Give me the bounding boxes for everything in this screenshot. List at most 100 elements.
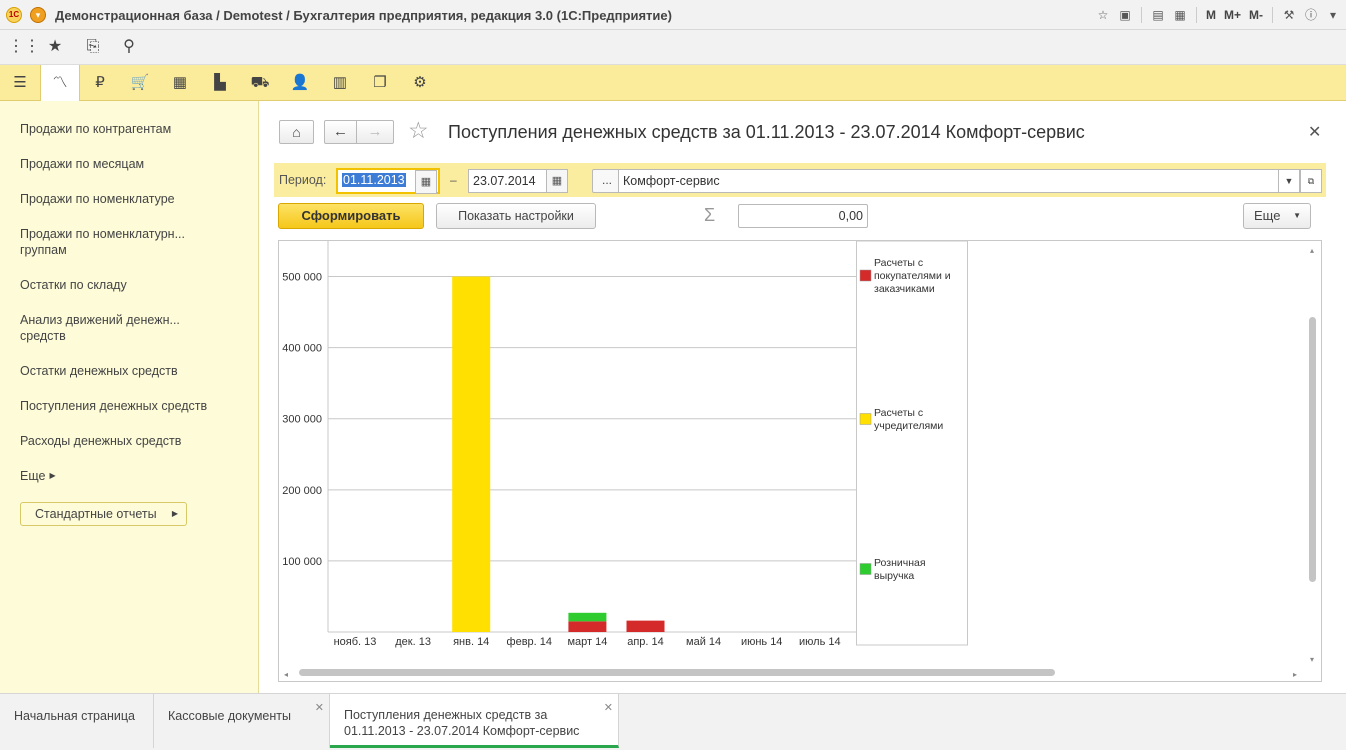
divider [1272, 7, 1273, 23]
horizontal-scrollbar-thumb [299, 669, 1055, 676]
y-tick-label: 100 000 [282, 556, 322, 568]
vertical-scrollbar-thumb [1309, 317, 1316, 582]
organization-field[interactable]: Комфорт-сервис [618, 169, 1280, 193]
y-tick-label: 200 000 [282, 485, 322, 497]
search-icon[interactable]: ⚲ [119, 38, 139, 56]
legend-swatch [859, 413, 872, 425]
bookmark-icon[interactable]: ▣ [1116, 6, 1134, 24]
more-button[interactable]: Еще ▼ [1243, 203, 1311, 229]
chevron-down-icon[interactable]: ▾ [1324, 6, 1342, 24]
memory-plus-button[interactable]: M+ [1222, 8, 1243, 22]
cart-icon[interactable]: 🛒 [120, 65, 160, 101]
factory-icon[interactable]: ▙ [200, 65, 240, 101]
date-from-value: 01.11.2013 [342, 173, 406, 187]
calendar-icon[interactable]: ▦ [1171, 6, 1189, 24]
sidebar-item-sales-by-groups[interactable]: Продажи по номенклатурн... группам [20, 226, 200, 258]
open-icon[interactable]: ⧉ [1300, 169, 1322, 193]
tools-icon[interactable]: ⚒ [1280, 6, 1298, 24]
sidebar-item-cash-balance[interactable]: Остатки денежных средств [20, 363, 250, 379]
generate-button[interactable]: Сформировать [278, 203, 424, 229]
star-icon[interactable]: ★ [45, 38, 65, 56]
show-settings-button[interactable]: Показать настройки [436, 203, 596, 229]
app-logo-icon: 1С [6, 7, 22, 23]
period-dash: – [450, 173, 457, 187]
standard-reports-label: Стандартные отчеты [35, 507, 157, 521]
sidebar-item-cash-movement[interactable]: Анализ движений денежн... средств [20, 312, 200, 344]
truck-icon[interactable]: ⛟ [240, 65, 280, 101]
tab-home[interactable]: Начальная страница [0, 694, 154, 748]
tab-cash-documents[interactable]: Кассовые документы ✕ [154, 694, 330, 748]
y-tick-label: 400 000 [282, 343, 322, 355]
history-icon[interactable]: ⎘ [83, 38, 103, 56]
open-windows-bar: Начальная страница Кассовые документы ✕ П… [0, 693, 1346, 750]
scroll-left-icon: ◂ [284, 670, 288, 679]
sidebar-item-more[interactable]: Еще ▶ [20, 468, 250, 484]
arrow-right-icon: → [367, 123, 383, 140]
sidebar: Продажи по контрагентам Продажи по месяц… [0, 101, 259, 693]
calculator-icon[interactable]: ▤ [1149, 6, 1167, 24]
divider [1195, 7, 1197, 23]
tab-label: Поступления денежных средств за 01.11.20… [344, 708, 580, 738]
standard-reports-button[interactable]: Стандартные отчеты ▶ [20, 502, 187, 526]
divider [1140, 7, 1142, 23]
period-bar: Период: 01.11.2013 ▦ – 23.07.2014 ▦ ... … [274, 163, 1326, 197]
sidebar-item-cash-receipts[interactable]: Поступления денежных средств [20, 398, 250, 414]
bar-5 [568, 621, 607, 632]
sidebar-item-cash-expenses[interactable]: Расходы денежных средств [20, 433, 250, 449]
back-button[interactable]: ← [324, 120, 357, 144]
sidebar-item-sales-by-counterparty[interactable]: Продажи по контрагентам [20, 121, 250, 137]
bar-chart-icon[interactable]: ▥ [320, 65, 360, 101]
sidebar-item-sales-by-month[interactable]: Продажи по месяцам [20, 156, 250, 172]
favorites-add-icon[interactable]: ☆ [1094, 6, 1112, 24]
report-chart: 100 000 200 000 300 000 400 000 500 000 нояб.… [278, 240, 1322, 682]
calendar-icon[interactable]: ▦ [415, 170, 437, 194]
x-tick-label: март 14 [567, 636, 607, 648]
bar-3 [452, 276, 491, 632]
warehouse-icon[interactable]: ▦ [160, 65, 200, 101]
sections-panel: ☰ 〽 ₽ 🛒 ▦ ▙ ⛟ 👤 ▥ ❐ ⚙ [0, 65, 1346, 102]
x-tick-label: май 14 [686, 636, 721, 648]
x-tick-label: янв. 14 [453, 636, 489, 648]
more-label: Еще [1254, 208, 1281, 223]
documents-icon[interactable]: ❐ [360, 65, 400, 101]
chart-section-icon[interactable]: 〽 [40, 65, 80, 102]
close-icon[interactable]: ✕ [604, 700, 613, 716]
apps-grid-icon[interactable]: ⋮⋮ [8, 38, 40, 56]
memory-m-button[interactable]: M [1204, 8, 1218, 22]
home-button[interactable]: ⌂ [279, 120, 314, 144]
bar-6 [626, 620, 665, 632]
legend-box [856, 241, 968, 646]
person-icon[interactable]: 👤 [280, 65, 320, 101]
close-icon[interactable]: ✕ [1308, 122, 1321, 142]
favorite-star-icon[interactable]: ☆ [408, 117, 429, 144]
close-icon[interactable]: ✕ [315, 700, 324, 716]
window-title: Демонстрационная база / Demotest / Бухга… [55, 8, 672, 23]
chevron-down-icon[interactable]: ▼ [1278, 169, 1300, 193]
bar-5 [568, 612, 607, 622]
menu-icon[interactable]: ☰ [0, 65, 40, 101]
x-tick-label: июнь 14 [741, 636, 783, 648]
tab-cash-receipts[interactable]: Поступления денежных средств за 01.11.20… [330, 694, 619, 748]
tab-label: Кассовые документы [168, 709, 291, 723]
forward-button[interactable]: → [356, 120, 394, 144]
title-bar: 1С ▾ Демонстрационная база / Demotest / … [0, 0, 1346, 30]
main-menu-icon[interactable]: ▾ [30, 7, 46, 23]
y-tick-label: 300 000 [282, 414, 322, 426]
ruble-icon[interactable]: ₽ [80, 65, 120, 101]
home-icon: ⌂ [292, 124, 301, 140]
memory-minus-button[interactable]: M- [1247, 8, 1265, 22]
y-tick-label: 500 000 [282, 272, 322, 284]
sidebar-item-sales-by-nomenclature[interactable]: Продажи по номенклатуре [20, 191, 250, 207]
period-label: Период: [279, 173, 327, 187]
arrow-left-icon: ← [333, 123, 348, 140]
sum-field[interactable]: 0,00 [738, 204, 868, 228]
gear-icon[interactable]: ⚙ [400, 65, 440, 101]
legend-swatch [859, 563, 872, 575]
sidebar-item-stock[interactable]: Остатки по складу [20, 277, 250, 293]
calendar-icon[interactable]: ▦ [546, 169, 568, 193]
scroll-down-icon: ▾ [1310, 655, 1314, 664]
info-icon[interactable]: ⓘ [1302, 6, 1320, 24]
x-tick-label: февр. 14 [507, 636, 552, 648]
chevron-right-icon: ▶ [171, 509, 178, 518]
chart-canvas: 100 000 200 000 300 000 400 000 500 000 нояб.… [282, 241, 1316, 679]
